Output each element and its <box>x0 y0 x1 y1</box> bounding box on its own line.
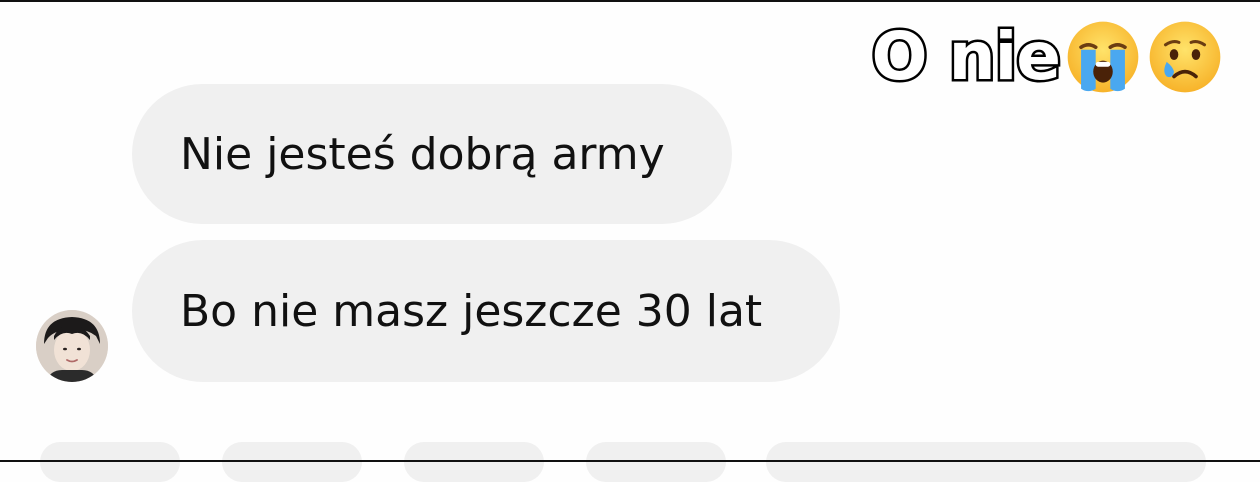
top-edge-line <box>0 0 1260 2</box>
quick-reply-chip[interactable] <box>222 442 362 482</box>
message-bubble[interactable]: Bo nie masz jeszcze 30 lat <box>132 240 840 382</box>
message-text: Nie jesteś dobrą army <box>180 128 665 180</box>
quick-reply-chip[interactable] <box>766 442 1206 482</box>
avatar[interactable] <box>36 310 108 382</box>
quick-reply-chip[interactable] <box>40 442 180 482</box>
crying-face-icon <box>1149 21 1221 93</box>
caption-text: O nie <box>869 18 1063 95</box>
quick-reply-chip[interactable] <box>586 442 726 482</box>
message-text: Bo nie masz jeszcze 30 lat <box>180 285 763 337</box>
message-bubble[interactable]: Nie jesteś dobrą army <box>132 84 732 224</box>
quick-reply-chip[interactable] <box>404 442 544 482</box>
sticker-caption: O nie <box>869 18 1224 96</box>
profile-photo <box>36 310 108 382</box>
loudly-crying-face-icon <box>1067 21 1139 93</box>
